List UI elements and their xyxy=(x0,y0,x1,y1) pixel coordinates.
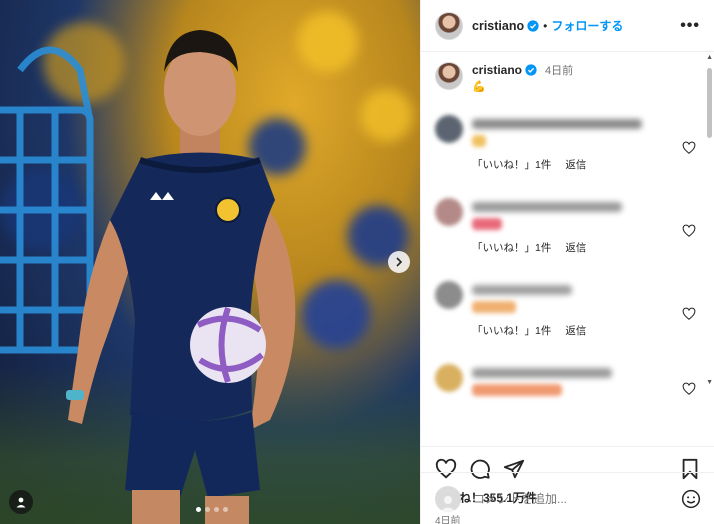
comment-likes[interactable]: 「いいね！」1件 xyxy=(472,240,551,255)
comments-scrollbar[interactable]: ▲ ▼ xyxy=(704,52,714,388)
comment-item: 「いいね！」1件 返信 xyxy=(435,115,700,172)
comment-reply-button[interactable]: 返信 xyxy=(565,240,586,255)
carousel-dot-active xyxy=(196,507,201,512)
user-tag-button[interactable] xyxy=(9,490,33,514)
post-caption: cristiano 4日前 💪 xyxy=(435,52,700,93)
smile-icon[interactable] xyxy=(681,489,701,509)
comment-text-blurred xyxy=(472,119,642,129)
default-avatar-icon xyxy=(440,495,456,512)
caption-username[interactable]: cristiano xyxy=(472,63,522,77)
comment-text-blurred xyxy=(472,368,612,378)
chevron-right-icon xyxy=(396,257,403,267)
add-comment-input[interactable] xyxy=(473,491,663,506)
comment-like-icon[interactable] xyxy=(682,141,696,155)
comment-emoji-blurred xyxy=(472,135,486,147)
post-header: cristiano • フォローする ••• xyxy=(421,0,714,52)
carousel-indicator xyxy=(196,507,228,512)
verified-badge-icon xyxy=(527,19,539,32)
caption-text: 💪 xyxy=(472,81,486,93)
comment-like-icon[interactable] xyxy=(682,224,696,238)
comment-emoji-blurred xyxy=(472,218,502,230)
comment-reply-button[interactable]: 返信 xyxy=(565,157,586,172)
comment-emoji-blurred xyxy=(472,384,562,396)
scroll-down-arrow-icon[interactable]: ▼ xyxy=(706,379,713,386)
comment-avatar[interactable] xyxy=(435,281,463,309)
post-photo[interactable] xyxy=(0,0,420,524)
separator: • xyxy=(543,18,548,33)
caption-time: 4日前 xyxy=(545,65,574,77)
comment-avatar[interactable] xyxy=(435,364,463,392)
author-avatar[interactable] xyxy=(435,11,463,40)
viewer-avatar xyxy=(435,485,461,512)
add-comment-bar xyxy=(421,472,714,524)
comment-avatar[interactable] xyxy=(435,115,463,143)
carousel-dot xyxy=(205,507,210,512)
comment-reply-button[interactable]: 返信 xyxy=(565,323,586,338)
comment-item: 「いいね！」1件 返信 xyxy=(435,281,700,338)
verified-badge-icon xyxy=(525,64,537,76)
comment-text-blurred xyxy=(472,285,572,295)
player-figure xyxy=(66,30,296,524)
post-viewer: cristiano • フォローする ••• cristiano 4日前 💪 「… xyxy=(0,0,714,524)
next-photo-button[interactable] xyxy=(388,251,410,273)
comment-item xyxy=(435,364,700,396)
comments-list[interactable]: cristiano 4日前 💪 「いいね！」1件 返信 「いいね！」1件 返信 … xyxy=(421,52,714,446)
comment-likes[interactable]: 「いいね！」1件 xyxy=(472,157,551,172)
caption-avatar[interactable] xyxy=(435,62,463,90)
post-sidebar: cristiano • フォローする ••• cristiano 4日前 💪 「… xyxy=(420,0,714,524)
comment-like-icon[interactable] xyxy=(682,307,696,321)
more-options-button[interactable]: ••• xyxy=(680,17,700,35)
comment-item: 「いいね！」1件 返信 xyxy=(435,198,700,255)
comment-avatar[interactable] xyxy=(435,198,463,226)
scroll-up-arrow-icon[interactable]: ▲ xyxy=(706,54,713,61)
scrollbar-thumb[interactable] xyxy=(707,68,712,138)
follow-button[interactable]: フォローする xyxy=(551,17,623,34)
author-username[interactable]: cristiano xyxy=(472,19,524,33)
carousel-dot xyxy=(214,507,219,512)
user-tag-icon xyxy=(16,497,26,508)
comment-emoji-blurred xyxy=(472,301,516,313)
comment-like-icon[interactable] xyxy=(682,382,696,396)
comment-text-blurred xyxy=(472,202,622,212)
comment-likes[interactable]: 「いいね！」1件 xyxy=(472,323,551,338)
carousel-dot xyxy=(223,507,228,512)
